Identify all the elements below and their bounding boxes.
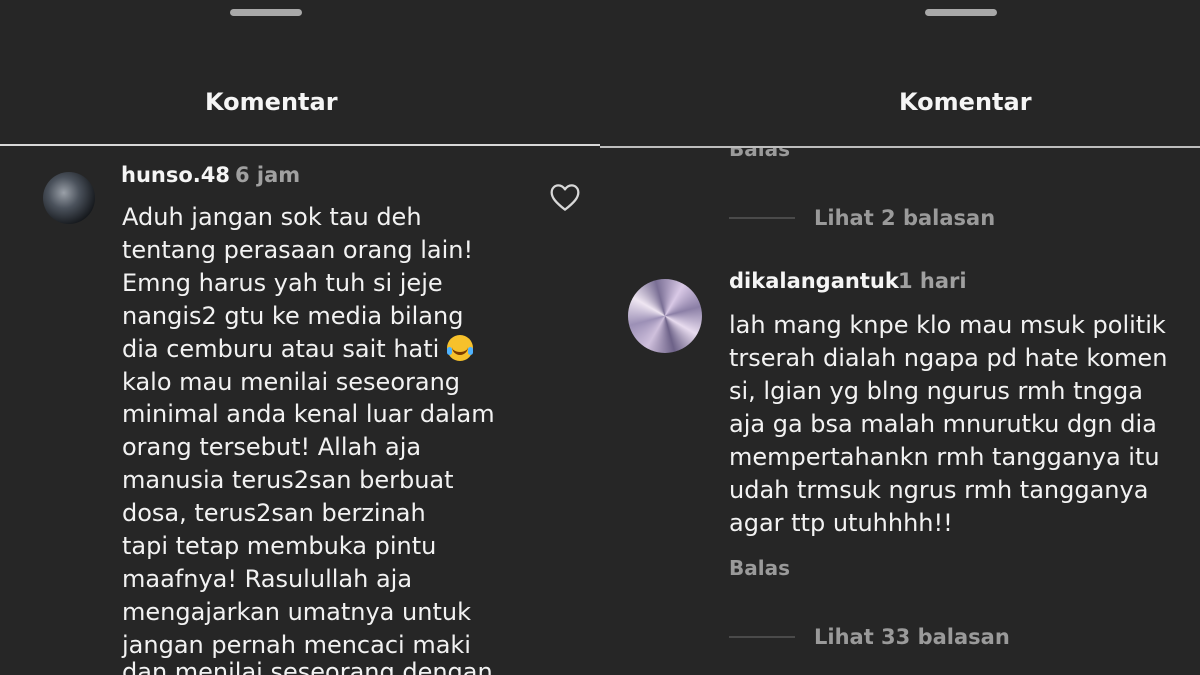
- comment-line: tentang perasaan orang lain!: [122, 236, 474, 264]
- laughing-emoji-icon: [446, 335, 473, 361]
- comment-line: kalo mau menilai seseorang: [122, 368, 461, 396]
- comment-line-text: dia cemburu atau sait hati: [122, 335, 440, 363]
- drag-handle[interactable]: [230, 9, 302, 16]
- panel-title: Komentar: [899, 88, 1032, 116]
- comment-line: udah trmsuk ngrus rmh tangganya: [729, 476, 1149, 504]
- header-divider: [600, 146, 1200, 148]
- comment-line: orang tersebut! Allah aja: [122, 433, 422, 461]
- avatar[interactable]: [43, 172, 95, 224]
- comment-line: aja ga bsa malah mnurutku dgn dia: [729, 410, 1157, 438]
- replies-divider-line: [729, 217, 795, 219]
- comment-line: dia cemburu atau sait hati: [122, 333, 473, 366]
- comment-line: agar ttp utuhhhh!!: [729, 509, 953, 537]
- drag-handle[interactable]: [925, 9, 997, 16]
- reply-button[interactable]: Balas: [729, 556, 790, 580]
- comment-line: tapi tetap membuka pintu: [122, 532, 437, 560]
- view-replies-button[interactable]: Lihat 2 balasan: [814, 206, 995, 230]
- comment-line: nangis2 gtu ke media bilang: [122, 302, 464, 330]
- comments-panel-left: Komentar hunso.48 6 jam Aduh jangan sok …: [0, 0, 600, 675]
- like-heart-icon[interactable]: [549, 182, 581, 212]
- comment-line: trserah dialah ngapa pd hate komen: [729, 344, 1168, 372]
- avatar[interactable]: [628, 279, 702, 353]
- comment-username[interactable]: hunso.48: [121, 163, 230, 187]
- comment-line: Aduh jangan sok tau deh: [122, 203, 422, 231]
- comment-line: si, lgian yg blng ngurus rmh tngga: [729, 377, 1143, 405]
- comment-line: dosa, terus2san berzinah: [122, 499, 426, 527]
- comment-timestamp: 6 jam: [235, 163, 301, 187]
- comment-line: manusia terus2san berbuat: [122, 466, 454, 494]
- reply-button[interactable]: Balas: [729, 148, 790, 161]
- comment-line: Emng harus yah tuh si jeje: [122, 269, 443, 297]
- comment-line: mengajarkan umatnya untuk: [122, 598, 471, 626]
- comment-line: lah mang knpe klo mau msuk politik: [729, 311, 1166, 339]
- replies-divider-line: [729, 636, 795, 638]
- comment-line: mempertahankn rmh tangganya itu: [729, 443, 1160, 471]
- comments-panel-right: Komentar Balas Lihat 2 balasan dikalanga…: [600, 0, 1200, 675]
- view-replies-button[interactable]: Lihat 33 balasan: [814, 625, 1010, 649]
- panel-title: Komentar: [205, 88, 338, 116]
- comment-line: maafnya! Rasulullah aja: [122, 565, 413, 593]
- comment-timestamp: 1 hari: [898, 269, 967, 293]
- header-divider: [0, 144, 600, 146]
- comment-username[interactable]: dikalangantuk: [729, 269, 899, 293]
- comment-line: minimal anda kenal luar dalam: [122, 400, 495, 428]
- comment-line: dan menilai seseorang dengan: [122, 658, 493, 675]
